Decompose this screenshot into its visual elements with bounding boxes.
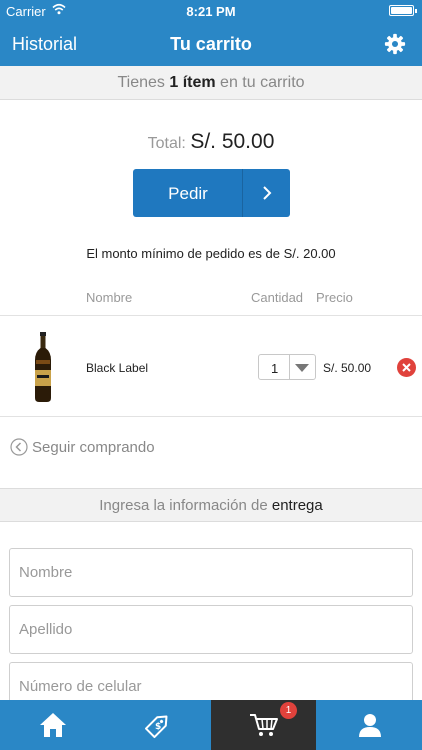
- delivery-section-header: Ingresa la información de entrega: [0, 488, 422, 522]
- cart-count-badge: 1: [280, 702, 297, 719]
- minimum-order-note: El monto mínimo de pedido es de S/. 20.0…: [86, 246, 336, 261]
- cart-summary-bar: Tienes 1 ítem en tu carrito: [0, 66, 422, 100]
- chevron-right-icon: [263, 186, 272, 200]
- cart-icon: [249, 714, 278, 736]
- gear-icon[interactable]: [384, 33, 406, 55]
- user-icon: [358, 714, 381, 737]
- total-amount: S/. 50.00: [190, 130, 275, 153]
- chevron-down-icon: [295, 364, 309, 372]
- summary-prefix: Tienes: [117, 74, 165, 91]
- remove-item-button[interactable]: [397, 358, 416, 377]
- battery-icon: [389, 5, 417, 16]
- home-icon: [39, 713, 66, 737]
- item-price: S/. 50.00: [323, 361, 372, 375]
- quantity-dropdown[interactable]: 1: [258, 354, 316, 380]
- tab-offers[interactable]: $: [105, 700, 210, 750]
- tab-home[interactable]: [0, 700, 105, 750]
- tab-profile[interactable]: [317, 700, 422, 750]
- svg-text:$: $: [155, 722, 161, 732]
- column-header-name: Nombre: [86, 290, 133, 305]
- summary-count: 1 ítem: [169, 74, 216, 91]
- item-name: Black Label: [86, 361, 149, 375]
- delivery-prefix: Ingresa la información de: [99, 497, 268, 514]
- tab-bar: $ 1: [0, 700, 422, 750]
- order-button-divider: [242, 169, 243, 217]
- column-header-price: Precio: [316, 290, 353, 305]
- continue-shopping-label: Seguir comprando: [32, 439, 155, 456]
- delivery-emphasis: entrega: [271, 497, 323, 514]
- status-bar: Carrier 8:21 PM: [0, 0, 422, 22]
- cart-total: Total: S/. 50.00: [0, 130, 422, 154]
- chevron-left-circle-icon: [10, 438, 28, 456]
- page-title: Tu carrito: [170, 34, 252, 54]
- top-navigation: Carrier 8:21 PM Historial Tu carrito: [0, 0, 422, 66]
- column-header-quantity: Cantidad: [251, 290, 304, 305]
- cart-item-row: Black Label 1 S/. 50.00: [0, 315, 422, 417]
- total-label: Total:: [147, 135, 186, 152]
- status-time: 8:21 PM: [186, 4, 236, 19]
- order-button[interactable]: Pedir: [133, 169, 290, 217]
- first-name-field[interactable]: [9, 548, 413, 597]
- tab-cart[interactable]: [211, 700, 316, 750]
- quantity-divider: [289, 355, 290, 379]
- summary-suffix: en tu carrito: [220, 74, 305, 91]
- last-name-field[interactable]: [9, 605, 413, 654]
- whisky-bottle-icon: [35, 332, 51, 402]
- order-button-label: Pedir: [168, 184, 208, 203]
- quantity-value: 1: [271, 361, 279, 376]
- price-tag-icon: $: [144, 715, 167, 739]
